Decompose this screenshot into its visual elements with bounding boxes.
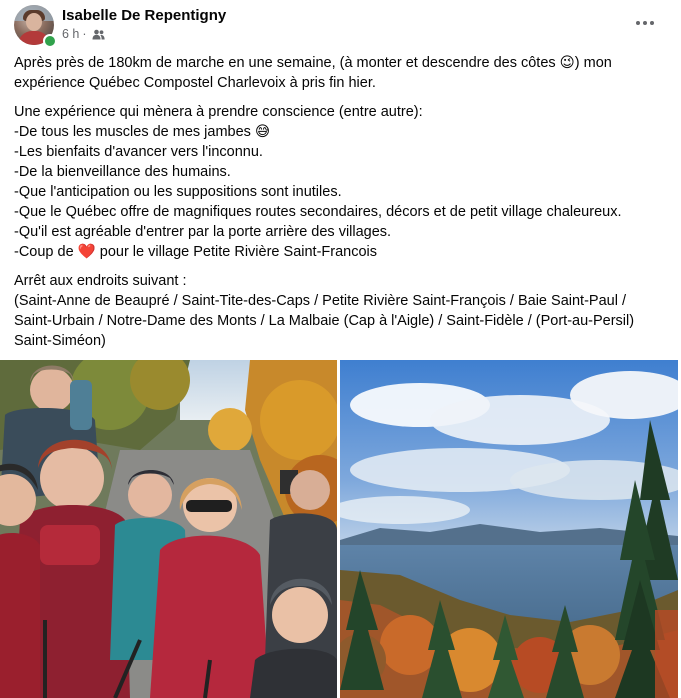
text-line: Arrêt aux endroits suivant : xyxy=(14,273,187,289)
feed-post: Isabelle De Repentigny 6 h · Après près … xyxy=(0,0,681,698)
post-photo-grid xyxy=(0,360,681,698)
online-status-icon xyxy=(43,34,57,48)
text-line: expérience Québec Compostel Charlevoix à… xyxy=(14,75,376,91)
more-options-icon xyxy=(636,21,640,25)
text-line: Saint-Urbain / Notre-Dame des Monts / La… xyxy=(14,313,635,329)
text-line: -Les bienfaits d'avancer vers l'inconnu. xyxy=(14,144,263,160)
river-landscape-photo[interactable] xyxy=(340,360,678,698)
text-line: -De tous les muscles de mes jambes 😅 xyxy=(14,124,271,140)
post-paragraph: Une expérience qui mènera à prendre cons… xyxy=(14,102,674,262)
text-line: Saint-Siméon) xyxy=(14,333,106,349)
text-line: -De la bienveillance des humains. xyxy=(14,164,231,180)
text-line: -Que l'anticipation ou les suppositions … xyxy=(14,184,342,200)
text-line: (Saint-Anne de Beaupré / Saint-Tite-des-… xyxy=(14,293,626,309)
post-meta: 6 h · xyxy=(62,27,105,41)
group-selfie-photo[interactable] xyxy=(0,360,337,698)
text-line: Après près de 180km de marche en une sem… xyxy=(14,55,612,71)
post-text: Après près de 180km de marche en une sem… xyxy=(14,53,674,360)
post-header: Isabelle De Repentigny 6 h · xyxy=(14,5,669,48)
friends-icon[interactable] xyxy=(92,29,105,40)
author-name[interactable]: Isabelle De Repentigny xyxy=(62,7,226,24)
more-options-button[interactable] xyxy=(631,9,659,37)
meta-separator: · xyxy=(82,27,87,41)
text-line: -Que le Québec offre de magnifiques rout… xyxy=(14,204,622,220)
text-line: -Coup de ❤️ pour le village Petite Riviè… xyxy=(14,244,377,260)
post-paragraph: Arrêt aux endroits suivant : (Saint-Anne… xyxy=(14,271,674,351)
text-line: Une expérience qui mènera à prendre cons… xyxy=(14,104,423,120)
post-paragraph: Après près de 180km de marche en une sem… xyxy=(14,53,674,93)
text-line: -Qu'il est agréable d'entrer par la port… xyxy=(14,224,392,240)
post-timestamp[interactable]: 6 h xyxy=(62,27,79,41)
